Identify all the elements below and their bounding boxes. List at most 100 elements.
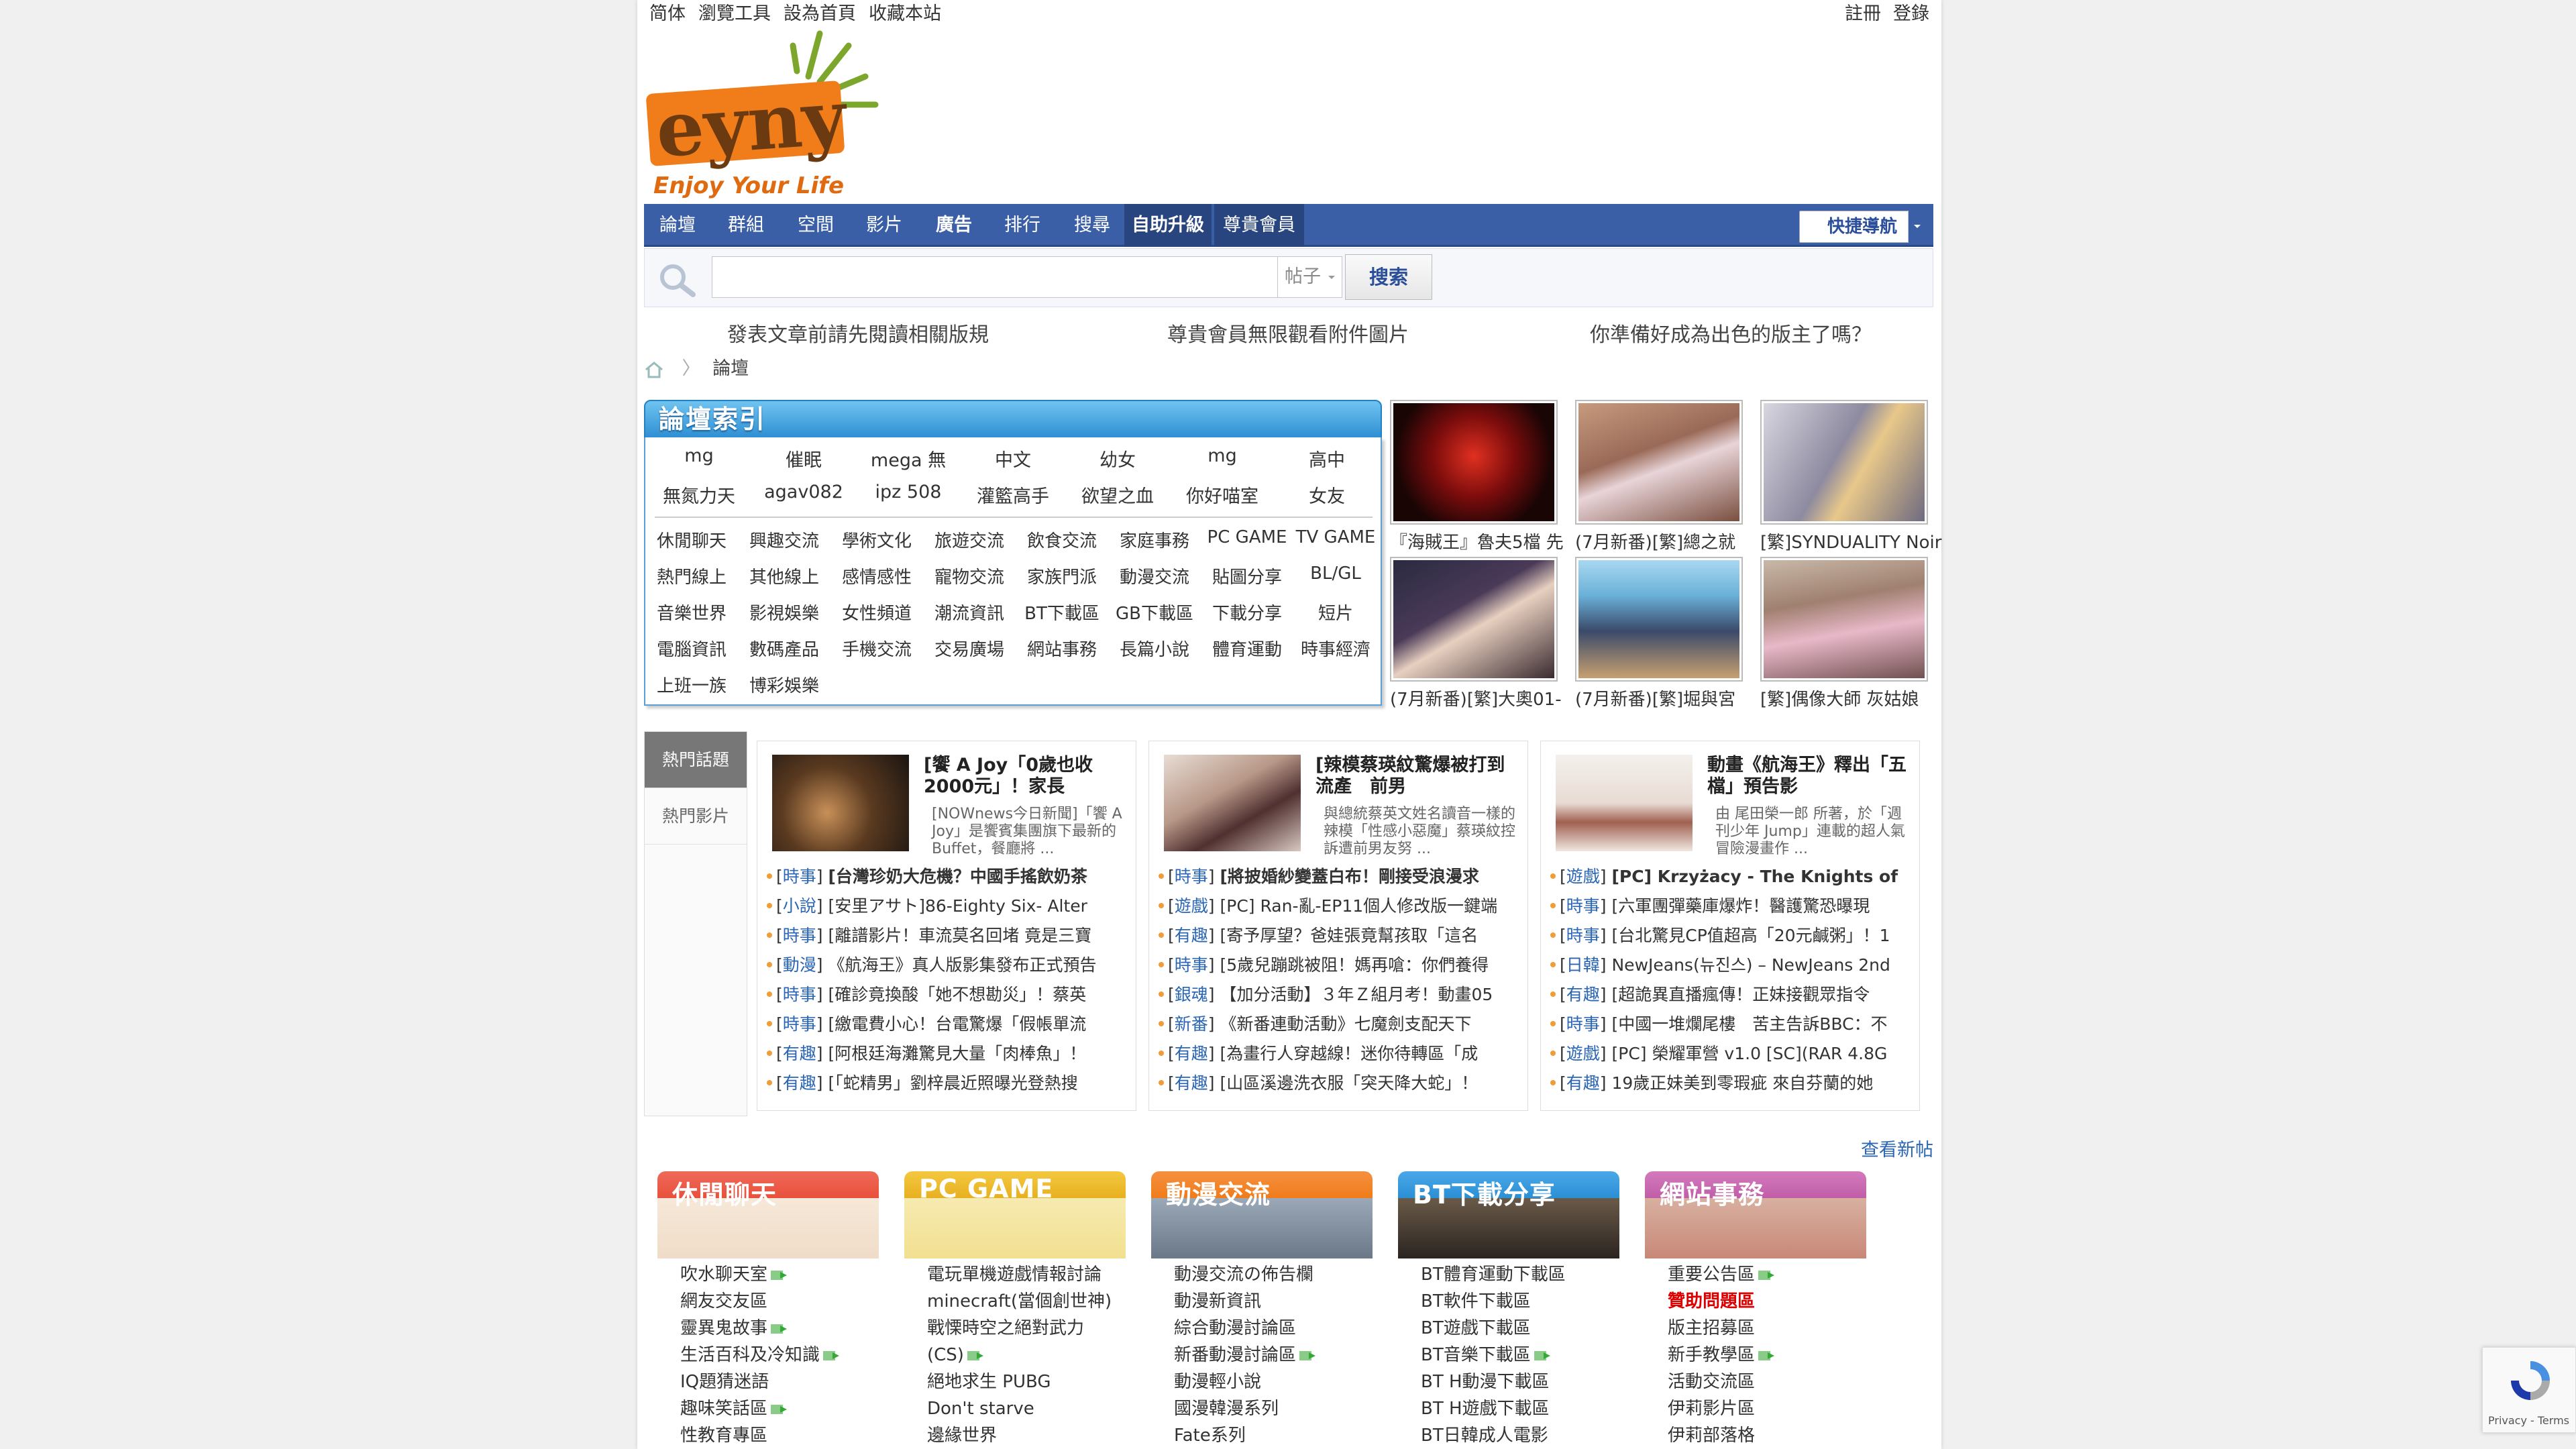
category-link[interactable]: 潮流資訊 bbox=[923, 600, 1016, 625]
thumbnail-caption[interactable]: [繁]SYNDUALITY Noir bbox=[1760, 529, 1955, 553]
list-item[interactable]: 重要公告區 bbox=[1668, 1261, 1866, 1288]
nav-search[interactable]: 搜尋 bbox=[1065, 204, 1119, 247]
topic-tag[interactable]: 日韓 bbox=[1566, 955, 1600, 975]
list-item[interactable]: [有趣] 19歲正妹美到零瑕疵 來自芬蘭的她 bbox=[1550, 1069, 1913, 1098]
list-item[interactable]: [有趣] [為畫行人穿越線！迷你待轉區「成 bbox=[1159, 1039, 1521, 1069]
topic-tag[interactable]: 新番 bbox=[1175, 1014, 1208, 1034]
list-item[interactable]: minecraft(當個創世神) bbox=[927, 1288, 1126, 1315]
topic-tag[interactable]: 時事 bbox=[1566, 896, 1600, 916]
topic-tag[interactable]: 時事 bbox=[1175, 955, 1208, 975]
list-item[interactable]: [時事] [將披婚紗變蓋白布！剛接受浪漫求 bbox=[1159, 862, 1521, 892]
topic-tag[interactable]: 時事 bbox=[1566, 926, 1600, 945]
list-item[interactable]: 動漫交流の佈告欄 bbox=[1174, 1261, 1373, 1288]
list-item[interactable]: IQ題猜迷語 bbox=[680, 1368, 879, 1395]
topic-title[interactable]: [PC] Ran-亂-EP11個人修改版一鍵端 bbox=[1220, 896, 1497, 916]
thumbnail-card[interactable]: [繁]偶像大師 灰姑娘 bbox=[1760, 557, 1928, 710]
list-item[interactable]: [時事] [中國一堆爛尾樓 苦主告訴BBC：不 bbox=[1550, 1010, 1913, 1039]
list-item[interactable]: [遊戲] [PC] 榮耀軍營 v1.0 [SC](RAR 4.8G bbox=[1550, 1039, 1913, 1069]
topic-tag[interactable]: 小說 bbox=[783, 896, 816, 916]
category-link[interactable]: 休閒聊天 bbox=[645, 527, 738, 552]
list-item[interactable]: BT H遊戲下載區 bbox=[1421, 1395, 1619, 1422]
site-logo[interactable]: eyny Enjoy Your Life bbox=[644, 30, 912, 201]
category-link[interactable]: BT下載區 bbox=[1016, 600, 1108, 625]
topic-title[interactable]: [確診竟換酸「她不想勘災」！蔡英 bbox=[828, 985, 1086, 1004]
list-item[interactable]: (CS) bbox=[927, 1342, 1126, 1368]
list-item[interactable]: [有趣] [寄予厚望？爸娃張竟幫孩取「這名 bbox=[1159, 921, 1521, 951]
tab-hot-topics[interactable]: 熱門話題 bbox=[645, 732, 747, 788]
category-link[interactable]: GB下載區 bbox=[1108, 600, 1201, 625]
recaptcha-links[interactable]: Privacy - Terms bbox=[2488, 1414, 2569, 1427]
list-item[interactable]: BT體育運動下載區 bbox=[1421, 1261, 1619, 1288]
topic-tag[interactable]: 動漫 bbox=[783, 955, 816, 975]
list-item[interactable]: 動漫新資訊 bbox=[1174, 1288, 1373, 1315]
category-link[interactable]: 短片 bbox=[1289, 600, 1382, 625]
category-link[interactable]: 手機交流 bbox=[830, 636, 923, 661]
category-link[interactable]: 家族門派 bbox=[1016, 564, 1108, 588]
list-item[interactable]: [時事] [5歲兒蹦跳被阻！媽再嗆：你們養得 bbox=[1159, 951, 1521, 980]
list-item[interactable]: [時事] [六軍團彈藥庫爆炸！醫護驚恐曝現 bbox=[1550, 892, 1913, 921]
category-title[interactable]: BT下載分享 bbox=[1413, 1174, 1556, 1211]
link-simplified[interactable]: 简体 bbox=[649, 3, 686, 24]
nav-vip[interactable]: 尊貴會員 bbox=[1214, 204, 1304, 247]
category-link[interactable]: BL/GL bbox=[1289, 564, 1382, 584]
thumbnail-image[interactable] bbox=[1760, 557, 1928, 682]
nav-video[interactable]: 影片 bbox=[857, 204, 911, 247]
list-item[interactable]: [日韓] NewJeans(뉴진스) – NewJeans 2nd bbox=[1550, 951, 1913, 980]
register-link[interactable]: 註冊 bbox=[1845, 3, 1881, 24]
thumbnail-image[interactable] bbox=[1390, 400, 1558, 525]
list-item[interactable]: 趣味笑話區 bbox=[680, 1395, 879, 1422]
topic-tag[interactable]: 有趣 bbox=[1175, 1044, 1208, 1063]
category-link[interactable]: 貼圖分享 bbox=[1201, 564, 1293, 588]
topic-title[interactable]: NewJeans(뉴진스) – NewJeans 2nd bbox=[1611, 955, 1890, 975]
topic-tag[interactable]: 遊戲 bbox=[1566, 867, 1600, 886]
list-item[interactable]: 戰慄時空之絕對武力 bbox=[927, 1315, 1126, 1342]
thumbnail-caption[interactable]: (7月新番)[繁]堀與宮 bbox=[1575, 686, 1770, 710]
nav-space[interactable]: 空間 bbox=[789, 204, 843, 247]
list-item[interactable]: [新番] 《新番連動活動》七魔劍支配天下 bbox=[1159, 1010, 1521, 1039]
keyword-link[interactable]: mg bbox=[1175, 445, 1269, 466]
category-link[interactable]: 飲食交流 bbox=[1016, 527, 1108, 552]
link-bookmark[interactable]: 收藏本站 bbox=[869, 3, 941, 24]
keyword-link[interactable]: 幼女 bbox=[1071, 445, 1165, 472]
topic-title[interactable]: [阿根廷海灘驚見大量「肉棒魚」！ bbox=[828, 1044, 1086, 1063]
category-link[interactable]: 女性頻道 bbox=[830, 600, 923, 625]
keyword-link[interactable]: 中文 bbox=[966, 445, 1060, 472]
list-item[interactable]: 新手教學區 bbox=[1668, 1342, 1866, 1368]
topic-tag[interactable]: 有趣 bbox=[1175, 926, 1208, 945]
topic-title[interactable]: [離譜影片！車流莫名回堵 竟是三寶 bbox=[828, 926, 1091, 945]
category-link[interactable]: 旅遊交流 bbox=[923, 527, 1016, 552]
category-title[interactable]: 網站事務 bbox=[1660, 1174, 1764, 1211]
keyword-link[interactable]: agav082 bbox=[757, 482, 851, 502]
topic-title[interactable]: 《新番連動活動》七魔劍支配天下 bbox=[1220, 1014, 1471, 1034]
topic-title[interactable]: [安里アサト]86-Eighty Six- Alter bbox=[828, 896, 1087, 916]
category-banner[interactable]: 網站事務 bbox=[1645, 1171, 1866, 1258]
list-item[interactable]: 伊莉影片區 bbox=[1668, 1395, 1866, 1422]
keyword-link[interactable]: 欲望之血 bbox=[1071, 482, 1165, 508]
topic-title[interactable]: 19歲正妹美到零瑕疵 來自芬蘭的她 bbox=[1611, 1073, 1873, 1093]
category-link[interactable]: 影視娛樂 bbox=[738, 600, 830, 625]
category-banner[interactable]: 動漫交流 bbox=[1151, 1171, 1373, 1258]
category-link[interactable]: 電腦資訊 bbox=[645, 636, 738, 661]
topic-title[interactable]: 《航海王》真人版影集發布正式預告 bbox=[828, 955, 1096, 975]
list-item[interactable]: 靈異鬼故事 bbox=[680, 1315, 879, 1342]
thumbnail-caption[interactable]: [繁]偶像大師 灰姑娘 bbox=[1760, 686, 1955, 710]
headline-image[interactable] bbox=[1556, 755, 1693, 851]
list-item[interactable]: [時事] [台灣珍奶大危機？中國手搖飲奶茶 bbox=[767, 862, 1129, 892]
thumbnail-caption[interactable]: 『海賊王』魯夫5檔 先 bbox=[1390, 529, 1585, 553]
nav-ads[interactable]: 廣告 bbox=[927, 204, 981, 247]
list-item[interactable]: [有趣] [山區溪邊洗衣服「突天降大蛇」！ bbox=[1159, 1069, 1521, 1098]
keyword-link[interactable]: ipz 508 bbox=[861, 482, 955, 502]
category-link[interactable]: 下載分享 bbox=[1201, 600, 1293, 625]
category-link[interactable]: 感情感性 bbox=[830, 564, 923, 588]
topic-tag[interactable]: 時事 bbox=[783, 926, 816, 945]
category-title[interactable]: 動漫交流 bbox=[1166, 1174, 1271, 1211]
category-link[interactable]: 興趣交流 bbox=[738, 527, 830, 552]
category-link[interactable]: 音樂世界 bbox=[645, 600, 738, 625]
category-link[interactable]: 學術文化 bbox=[830, 527, 923, 552]
topic-tag[interactable]: 有趣 bbox=[783, 1044, 816, 1063]
list-item[interactable]: 動漫輕小說 bbox=[1174, 1368, 1373, 1395]
topic-tag[interactable]: 時事 bbox=[783, 867, 816, 886]
list-item[interactable]: 國漫韓漫系列 bbox=[1174, 1395, 1373, 1422]
list-item[interactable]: [遊戲] [PC] Ran-亂-EP11個人修改版一鍵端 bbox=[1159, 892, 1521, 921]
topic-tag[interactable]: 遊戲 bbox=[1175, 896, 1208, 916]
